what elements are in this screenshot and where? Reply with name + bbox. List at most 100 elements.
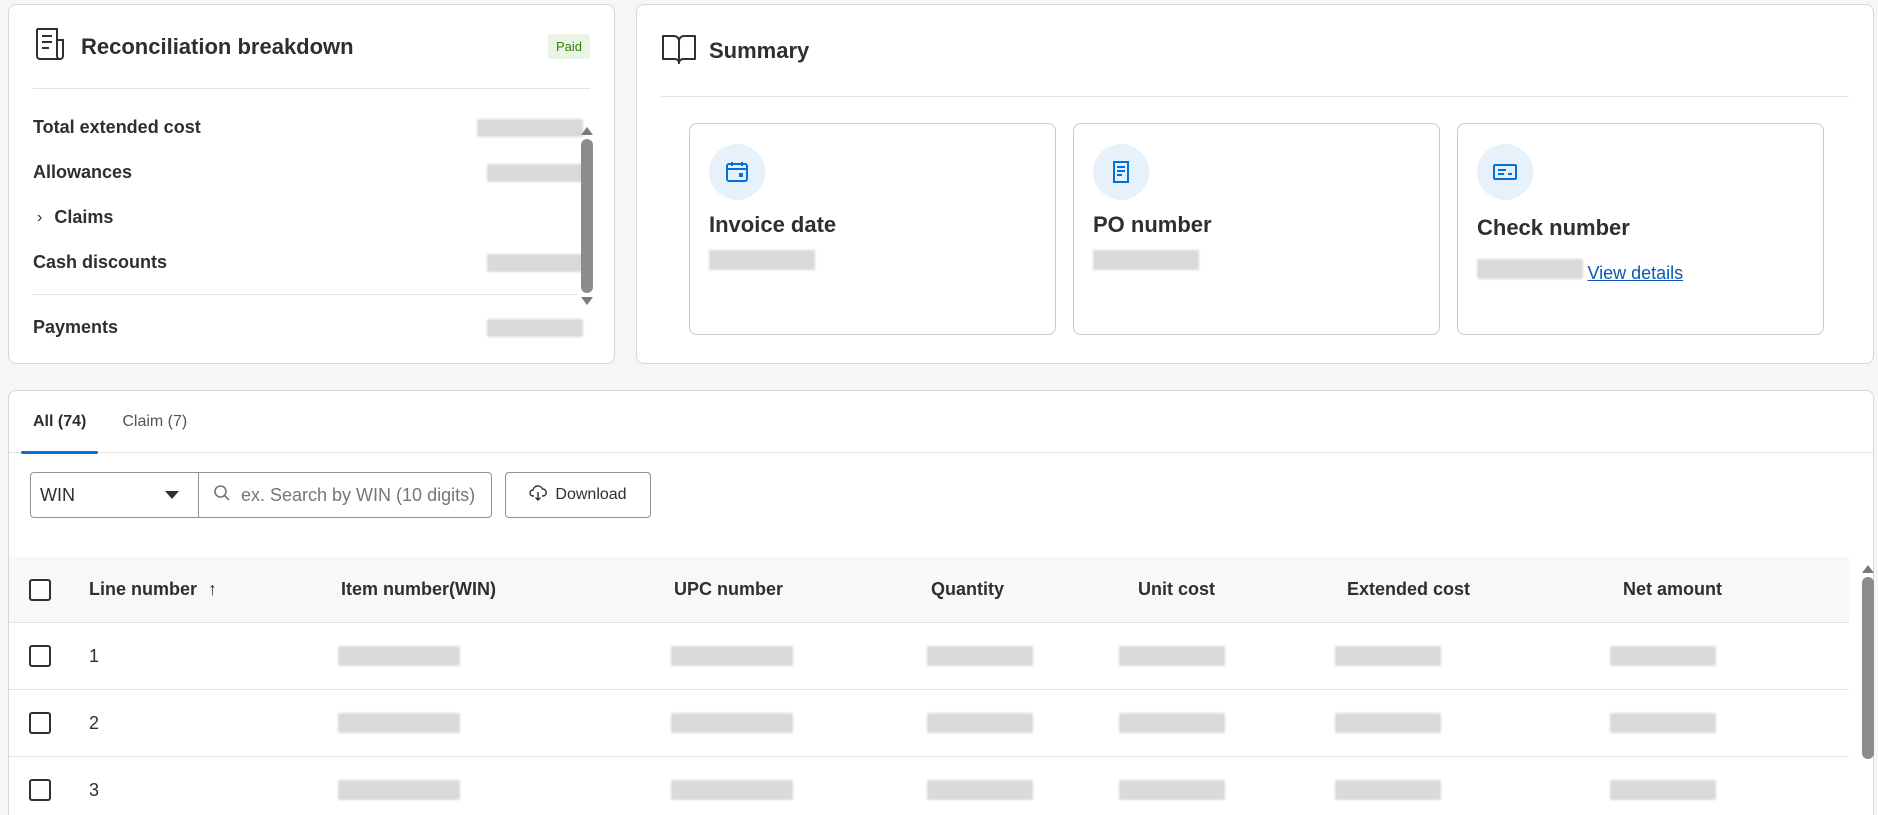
recon-row-label: Claims [54,207,114,227]
row-checkbox[interactable] [29,645,51,667]
recon-row-label: Allowances [33,162,133,182]
recon-row-cash-discounts: Cash discounts [33,240,593,285]
calendar-icon [709,144,765,200]
book-icon [661,30,697,71]
redacted-value [927,646,1033,666]
redacted-value [927,713,1033,733]
tab-claim[interactable]: Claim (7) [104,391,205,453]
redacted-value [1335,780,1441,800]
recon-row-total-extended-cost: Total extended cost [33,105,593,150]
column-header-upc-number: UPC number [674,579,784,599]
redacted-value [487,163,583,182]
invoice-date-label: Invoice date [709,212,837,237]
check-number-label: Check number [1477,215,1630,240]
redacted-value [671,780,793,800]
reconciliation-card: Reconciliation breakdown Paid Total exte… [8,4,615,364]
items-section: All (74) Claim (7) WIN ex. Search by WIN… [8,390,1874,815]
check-icon [1477,144,1533,200]
line-number-cell: 1 [89,645,100,666]
recon-row-claims-label-wrap: › Claims [33,207,113,228]
download-button[interactable]: Download [505,472,651,518]
check-number-tile: Check number View details [1457,123,1824,335]
redacted-value [1610,713,1716,733]
column-header-net-amount: Net amount [1623,579,1722,599]
po-number-tile: PO number [1073,123,1440,335]
row-checkbox[interactable] [29,712,51,734]
search-input[interactable] [241,484,481,506]
table-scrollbar[interactable] [1861,565,1875,763]
redacted-value [671,713,793,733]
row-checkbox[interactable] [29,779,51,801]
summary-card: Summary Invoice date PO number Check num… [636,4,1874,364]
redacted-value [487,253,583,272]
recon-row-payments: Payments [33,305,593,350]
line-number-cell: 3 [89,779,100,800]
scroll-down-arrow-icon[interactable] [581,297,593,305]
redacted-value [671,646,793,666]
cloud-download-icon [529,484,548,507]
tab-all[interactable]: All (74) [15,391,104,454]
line-number-cell: 2 [89,712,100,733]
recon-row-allowances: Allowances [33,150,593,195]
search-icon [213,484,231,507]
reconciliation-header: Reconciliation breakdown Paid [33,5,590,89]
reconciliation-scrollbar[interactable] [580,127,594,305]
column-header-extended-cost: Extended cost [1347,579,1471,599]
scroll-thumb[interactable] [581,139,593,293]
redacted-value [1610,646,1716,666]
tab-bar: All (74) Claim (7) [9,391,1873,454]
summary-header: Summary [661,5,1849,97]
divider [33,294,578,295]
items-table: Line number ↑ Item number(WIN) UPC numbe… [9,557,1849,815]
column-header-label: Line number [89,579,198,599]
redacted-value [338,780,460,800]
table-row: 2 [9,690,1849,757]
scroll-up-arrow-icon[interactable] [1862,565,1874,573]
caret-down-icon [165,491,179,499]
document-icon [1093,144,1149,200]
summary-title: Summary [709,37,810,63]
recon-row-label: Payments [33,317,119,337]
select-all-checkbox[interactable] [29,578,51,601]
status-badge: Paid [547,34,590,59]
scroll-up-arrow-icon[interactable] [581,127,593,135]
redacted-value [338,713,460,733]
column-header-line-number[interactable]: Line number ↑ [89,579,217,600]
redacted-value [477,118,583,137]
recon-row-claims[interactable]: › Claims [33,195,593,240]
reconciliation-title: Reconciliation breakdown [81,33,354,59]
redacted-value [1477,259,1583,279]
column-header-quantity: Quantity [931,579,1005,599]
column-header-unit-cost: Unit cost [1138,579,1216,599]
po-number-label: PO number [1093,212,1212,237]
redacted-value [709,250,815,270]
redacted-value [1119,780,1225,800]
sort-ascending-icon: ↑ [208,579,218,599]
table-row: 3 [9,757,1849,815]
view-details-link[interactable]: View details [1587,263,1683,284]
recon-row-label: Cash discounts [33,252,168,272]
redacted-value [1335,713,1441,733]
redacted-value [1610,780,1716,800]
scroll-thumb[interactable] [1862,577,1874,759]
table-row: 1 [9,623,1849,690]
redacted-value [487,318,583,337]
filter-toolbar: WIN Download [9,453,1873,537]
redacted-value [1093,250,1199,270]
invoice-date-tile: Invoice date [689,123,1056,335]
summary-tiles: Invoice date PO number Check number View… [689,123,1824,335]
search-type-select[interactable]: WIN [30,472,198,518]
redacted-value [927,780,1033,800]
search-field[interactable] [198,472,492,518]
reconciliation-list: Total extended cost Allowances › Claims … [33,105,593,355]
recon-row-label: Total extended cost [33,117,201,137]
search-type-selected: WIN [40,484,75,505]
redacted-value [1119,713,1225,733]
redacted-value [338,646,460,666]
receipt-icon [33,26,69,67]
download-label: Download [555,486,627,503]
chevron-right-icon[interactable]: › [37,209,42,227]
redacted-value [1119,646,1225,666]
table-header: Line number ↑ Item number(WIN) UPC numbe… [9,557,1849,623]
redacted-value [1335,646,1441,666]
